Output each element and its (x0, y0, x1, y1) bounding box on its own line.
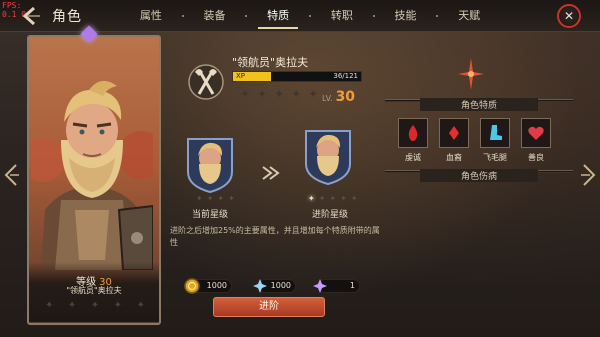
hero-star-rating: ✦ ✦ ✦ ✦ ✦ (240, 87, 318, 101)
tab-bar: 属性 装备 特质 转职 技能 天赋 (120, 6, 500, 29)
promotion-description: 进阶之后增加25%的主要属性，并且增加每个特质附带的属性 (170, 226, 380, 247)
back-arrow-icon (22, 6, 40, 26)
trait-label-devout: 虔诚 (405, 153, 421, 162)
current-tier-portrait (187, 138, 233, 194)
flame-icon (408, 125, 418, 141)
star-lit-icon: ✦ (308, 194, 315, 203)
trait-bloodline[interactable] (439, 118, 469, 148)
hero-level: LV. 30 (322, 89, 355, 105)
lv-label: LV. (322, 94, 333, 103)
star-icon: ✦ (340, 194, 347, 203)
star-icon: ✦ (136, 300, 145, 311)
next-hero-button[interactable] (580, 162, 598, 188)
trait-kindness[interactable] (521, 118, 551, 148)
cost-blue-crystal-value: 1000 (270, 281, 291, 290)
tab-traits[interactable]: 特质 (247, 6, 309, 29)
lv-value: 30 (335, 89, 356, 105)
cost-purple-crystal-value: 1 (349, 281, 355, 290)
star-icon: ✦ (206, 194, 214, 203)
blood-drop-icon (449, 126, 459, 140)
star-icon: ✦ (240, 87, 251, 101)
compass-star-icon (458, 58, 484, 90)
cost-purple-crystal: 1 (313, 279, 360, 293)
tab-equipment[interactable]: 装备 (184, 6, 246, 26)
boot-icon (490, 125, 502, 140)
cost-blue-crystal: 1000 (253, 279, 296, 293)
tab-talents[interactable]: 天赋 (438, 6, 500, 26)
traits-section-label: 角色特质 (420, 98, 538, 111)
star-icon: ✦ (196, 194, 203, 203)
gold-coin-icon (184, 278, 200, 294)
current-tier-label: 当前星级 (191, 210, 228, 220)
star-icon: ✦ (90, 300, 100, 311)
star-icon: ✦ (217, 194, 225, 203)
cost-gold: 1000 (184, 278, 232, 294)
back-button[interactable] (18, 4, 44, 28)
heart-icon (528, 126, 544, 140)
trait-swift-feet[interactable] (480, 118, 510, 148)
advance-button[interactable]: 进阶 (213, 297, 325, 317)
hero-name: "领航员"奥拉夫 (232, 56, 309, 69)
star-icon: ✦ (308, 87, 319, 101)
star-icon: ✦ (228, 194, 235, 203)
next-tier-label: 进阶星级 (311, 210, 348, 220)
star-icon: ✦ (45, 300, 54, 311)
star-icon: ✦ (350, 194, 358, 203)
chevron-right-icon (581, 164, 596, 186)
class-crest-icon (188, 64, 224, 100)
chevron-left-icon (4, 164, 19, 186)
close-icon: ✕ (563, 9, 575, 23)
next-tier-stars: ✦ ✦ ✦ ✦ ✦ (308, 194, 358, 203)
current-tier-stars: ✦ ✦ ✦ ✦ (196, 194, 235, 203)
hero-portrait (31, 80, 153, 270)
next-tier-portrait (305, 130, 351, 186)
star-icon: ✦ (291, 87, 302, 101)
star-icon: ✦ (67, 300, 77, 311)
trait-devout[interactable] (398, 118, 428, 148)
purple-crystal-icon (313, 279, 327, 293)
upgrade-arrow-icon (262, 166, 280, 180)
tab-attributes[interactable]: 属性 (120, 6, 182, 26)
cost-gold-value: 1000 (206, 281, 227, 290)
card-hero-name: "领航员"奥拉夫 (66, 286, 122, 295)
card-star-rating: ✦ ✦ ✦ ✦ ✦ (45, 300, 145, 311)
star-icon: ✦ (257, 87, 268, 101)
trait-label-bloodline: 血裔 (446, 153, 462, 162)
injuries-section-label: 角色伤病 (420, 169, 538, 182)
close-button[interactable]: ✕ (557, 4, 581, 28)
trait-label-swift-feet: 飞毛腿 (483, 153, 507, 162)
tab-class-change[interactable]: 转职 (311, 6, 373, 26)
star-icon: ✦ (329, 194, 337, 203)
trait-label-kindness: 善良 (528, 153, 544, 162)
xp-value: 36/121 (333, 72, 358, 80)
blue-crystal-icon (253, 279, 267, 293)
star-icon: ✦ (274, 87, 285, 101)
tab-skills[interactable]: 技能 (375, 6, 437, 26)
star-icon: ✦ (113, 300, 123, 311)
star-icon: ✦ (318, 194, 326, 203)
xp-label: XP (236, 72, 246, 80)
xp-bar: XP 36/121 (232, 71, 362, 82)
page-title: 角色 (52, 9, 82, 25)
previous-hero-button[interactable] (2, 162, 20, 188)
